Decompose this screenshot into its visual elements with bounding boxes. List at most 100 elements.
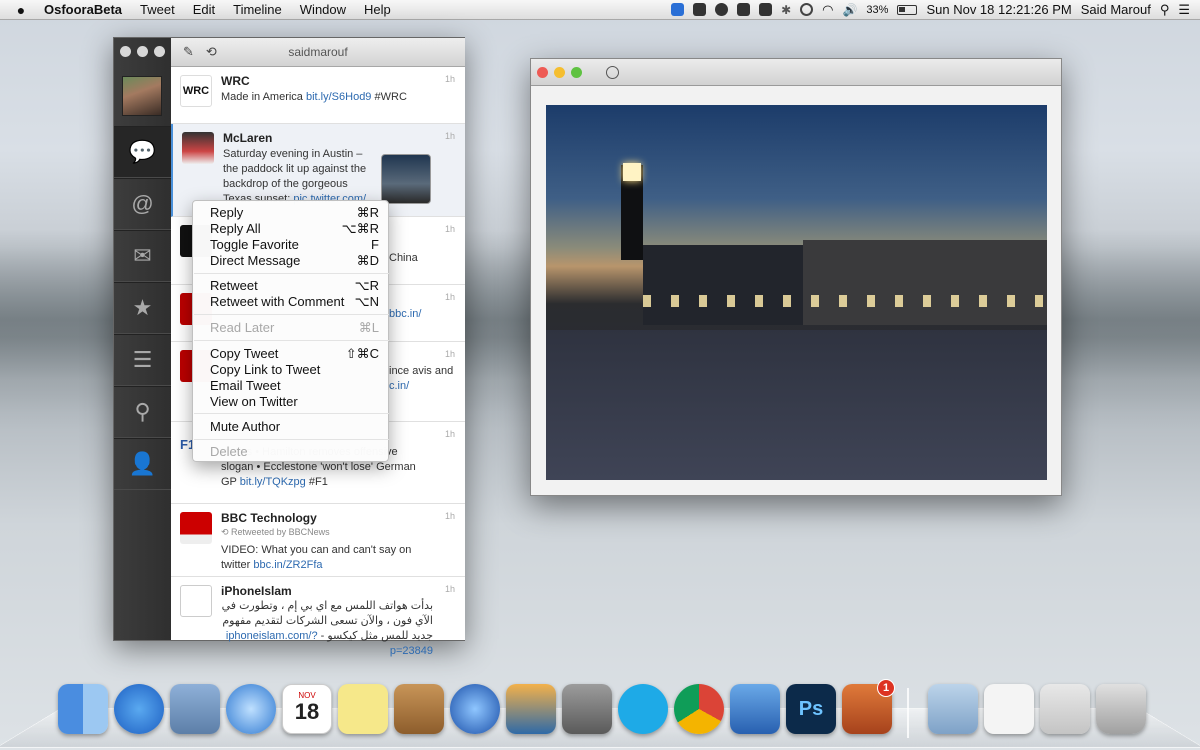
preview-icon[interactable] <box>984 684 1034 734</box>
tweet-link[interactable]: bbc.in/ZR2Ffa <box>253 559 322 571</box>
account-avatar[interactable] <box>122 76 162 116</box>
menu-item-direct-message[interactable]: Direct Message ⌘D <box>193 253 390 269</box>
timeline-icon[interactable]: 💬 <box>114 126 171 178</box>
menu-window[interactable]: Window <box>291 2 355 17</box>
menu-item-copy-link[interactable]: Copy Link to Tweet <box>193 362 390 378</box>
bluetooth-icon[interactable]: ✱ <box>781 3 791 17</box>
tweet-photo-thumbnail[interactable] <box>381 154 431 204</box>
close-button[interactable] <box>120 46 131 57</box>
tweet-row[interactable]: WRC WRC 1h Made in America bit.ly/S6Hod9… <box>171 67 465 124</box>
menu-item-reply-all[interactable]: Reply All ⌥⌘R <box>193 221 390 237</box>
screenshot-stack-icon[interactable] <box>1040 684 1090 734</box>
tweet-time: 1h <box>444 349 455 359</box>
messages-icon[interactable]: ✉ <box>114 230 171 282</box>
chrome-icon[interactable] <box>674 684 724 734</box>
menu-item-copy-tweet[interactable]: Copy Tweet ⇧⌘C <box>193 346 390 362</box>
open-in-browser-icon[interactable] <box>606 66 619 79</box>
favorites-icon[interactable]: ★ <box>114 282 171 334</box>
wrc-avatar[interactable]: WRC <box>180 75 212 107</box>
tweet-link[interactable]: c.in/ <box>389 380 409 392</box>
calendar-icon[interactable]: NOV 18 <box>282 684 332 734</box>
safari-icon[interactable] <box>226 684 276 734</box>
tweet-link[interactable]: bit.ly/S6Hod9 <box>306 91 371 103</box>
volume-icon[interactable]: 🔊 <box>842 3 857 17</box>
menu-item-delete: Delete <box>210 444 248 459</box>
sidebar: 💬 @ ✉ ★ ☰ ⚲ 👤 <box>114 38 171 640</box>
search-icon[interactable]: ⚲ <box>114 386 171 438</box>
omnifocus-icon[interactable] <box>394 684 444 734</box>
itunes-icon[interactable] <box>450 684 500 734</box>
photo-grandstand <box>803 240 1047 325</box>
tweet-author[interactable]: WRC <box>221 74 250 88</box>
window-controls <box>537 67 582 78</box>
menu-item-read-later: Read Later ⌘L <box>210 320 379 335</box>
menu-item-retweet-with-comment[interactable]: Retweet with Comment ⌥N <box>193 294 390 310</box>
menu-item-view-on-twitter[interactable]: View on Twitter <box>193 394 390 410</box>
menu-item-mute-author[interactable]: Mute Author <box>193 419 390 435</box>
menu-tweet[interactable]: Tweet <box>131 2 184 17</box>
menu-timeline[interactable]: Timeline <box>224 2 291 17</box>
zoom-button[interactable] <box>571 67 582 78</box>
trash-icon[interactable] <box>1096 684 1146 734</box>
screenshot-icon[interactable] <box>737 3 751 16</box>
menu-app-name[interactable]: OsfooraBeta <box>32 2 131 17</box>
app-store-icon[interactable] <box>114 684 164 734</box>
menu-separator <box>194 314 389 315</box>
clock-app-icon[interactable] <box>715 3 729 16</box>
profile-icon[interactable]: 👤 <box>114 438 171 490</box>
menu-item-email-tweet[interactable]: Email Tweet <box>193 378 390 394</box>
lists-icon[interactable]: ☰ <box>114 334 171 386</box>
close-button[interactable] <box>537 67 548 78</box>
notification-badge: 1 <box>877 679 895 697</box>
apple-menu-icon[interactable]: ● <box>10 2 32 18</box>
menu-edit[interactable]: Edit <box>184 2 224 17</box>
tweet-author[interactable]: McLaren <box>223 131 272 145</box>
spotlight-icon[interactable]: ⚲ <box>1160 2 1170 18</box>
skype-icon[interactable] <box>618 684 668 734</box>
tweet-row[interactable]: BBC Technology 1h ⟲ Retweeted by BBCNews… <box>171 504 465 577</box>
menu-item-toggle-favorite[interactable]: Toggle Favorite F <box>193 237 390 253</box>
home-icon[interactable] <box>671 3 685 16</box>
calendar-month: NOV <box>298 691 316 700</box>
minimize-button[interactable] <box>554 67 565 78</box>
xcode-icon[interactable] <box>730 684 780 734</box>
tweet-author[interactable]: BBC Technology <box>221 511 317 525</box>
applications-folder-icon[interactable] <box>928 684 978 734</box>
tweet-time: 1h <box>444 511 455 521</box>
system-preferences-icon[interactable] <box>562 684 612 734</box>
stickies-icon[interactable] <box>338 684 388 734</box>
menu-help[interactable]: Help <box>355 2 400 17</box>
photoshop-icon[interactable]: Ps <box>786 684 836 734</box>
zoom-button[interactable] <box>154 46 165 57</box>
keyboard-icon[interactable] <box>759 3 773 16</box>
mail-icon[interactable] <box>170 684 220 734</box>
notification-center-icon[interactable]: ☰ <box>1178 2 1190 18</box>
tweet-author[interactable]: iPhoneIslam <box>221 584 292 598</box>
bbc-technology-avatar[interactable] <box>180 512 212 544</box>
tweet-photo[interactable] <box>546 105 1047 480</box>
menu-item-reply[interactable]: Reply ⌘R <box>193 205 390 221</box>
pockety-icon[interactable]: 1 <box>842 679 895 734</box>
menu-item-retweet[interactable]: Retweet ⌥R <box>193 278 390 294</box>
compose-icon[interactable]: ✎ <box>183 44 194 60</box>
viewer-title-bar <box>531 59 1061 86</box>
mentions-icon[interactable]: @ <box>114 178 171 230</box>
battery-icon[interactable] <box>897 4 918 15</box>
checkmark-icon[interactable] <box>693 3 707 16</box>
refresh-icon[interactable]: ⟲ <box>206 44 217 60</box>
battery-percentage[interactable]: 33% <box>866 4 888 16</box>
tweet-link[interactable]: bbc.in/ <box>389 308 421 320</box>
iphoneislam-avatar[interactable] <box>180 585 212 617</box>
iphoto-icon[interactable] <box>506 684 556 734</box>
clock[interactable]: Sun Nov 18 12:21:26 PM <box>926 2 1071 17</box>
user-name[interactable]: Said Marouf <box>1081 2 1151 17</box>
mclaren-avatar[interactable] <box>182 132 214 164</box>
menu-separator <box>194 340 389 341</box>
wifi-icon[interactable]: ◠ <box>822 2 833 18</box>
minimize-button[interactable] <box>137 46 148 57</box>
tweet-row[interactable]: iPhoneIslam 1h بدأت هواتف اللمس مع اي بي… <box>171 577 465 657</box>
tweet-link[interactable]: bit.ly/TQKzpg <box>240 476 306 488</box>
menu-bar: ● OsfooraBeta Tweet Edit Timeline Window… <box>0 0 1200 20</box>
finder-icon[interactable] <box>58 684 108 734</box>
time-machine-icon[interactable] <box>800 3 814 16</box>
